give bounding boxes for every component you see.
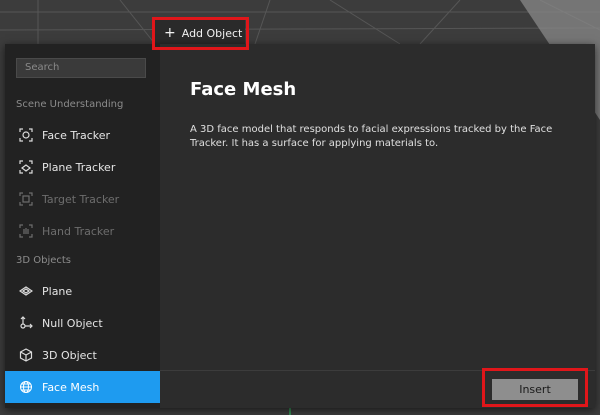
object-list-sidebar: Search Scene Understanding Face Tracker …: [5, 44, 160, 408]
detail-panel: Face Mesh A 3D face model that responds …: [160, 44, 595, 408]
list-item-hand-tracker[interactable]: Hand Tracker: [5, 215, 160, 247]
add-object-dialog: Search Scene Understanding Face Tracker …: [5, 44, 595, 408]
plane-icon: [19, 284, 33, 298]
face-tracker-icon: [19, 128, 33, 142]
null-object-icon: [19, 316, 33, 330]
list-item-target-tracker[interactable]: Target Tracker: [5, 183, 160, 215]
detail-description: A 3D face model that responds to facial …: [190, 124, 553, 149]
section-header-scene-understanding: Scene Understanding: [16, 99, 124, 110]
detail-title: Face Mesh: [190, 79, 297, 100]
face-mesh-icon: [19, 380, 33, 394]
cube-icon: [19, 348, 33, 362]
add-object-label: Add Object: [181, 26, 243, 40]
target-tracker-icon: [19, 192, 33, 206]
list-item-face-tracker[interactable]: Face Tracker: [5, 119, 160, 151]
hand-tracker-icon: [19, 224, 33, 238]
footer-divider: [160, 370, 595, 371]
list-item-plane-tracker[interactable]: Plane Tracker: [5, 151, 160, 183]
plane-tracker-icon: [19, 160, 33, 174]
plus-icon: +: [164, 25, 176, 41]
list-item-null-object[interactable]: Null Object: [5, 307, 160, 339]
insert-button[interactable]: Insert: [492, 379, 578, 400]
add-object-button[interactable]: + Add Object: [155, 20, 245, 46]
section-header-3d-objects: 3D Objects: [16, 255, 72, 266]
list-item-face-mesh[interactable]: Face Mesh: [5, 371, 160, 403]
search-input[interactable]: Search: [16, 58, 146, 78]
list-item-plane[interactable]: Plane: [5, 275, 160, 307]
list-item-3d-object[interactable]: 3D Object: [5, 339, 160, 371]
